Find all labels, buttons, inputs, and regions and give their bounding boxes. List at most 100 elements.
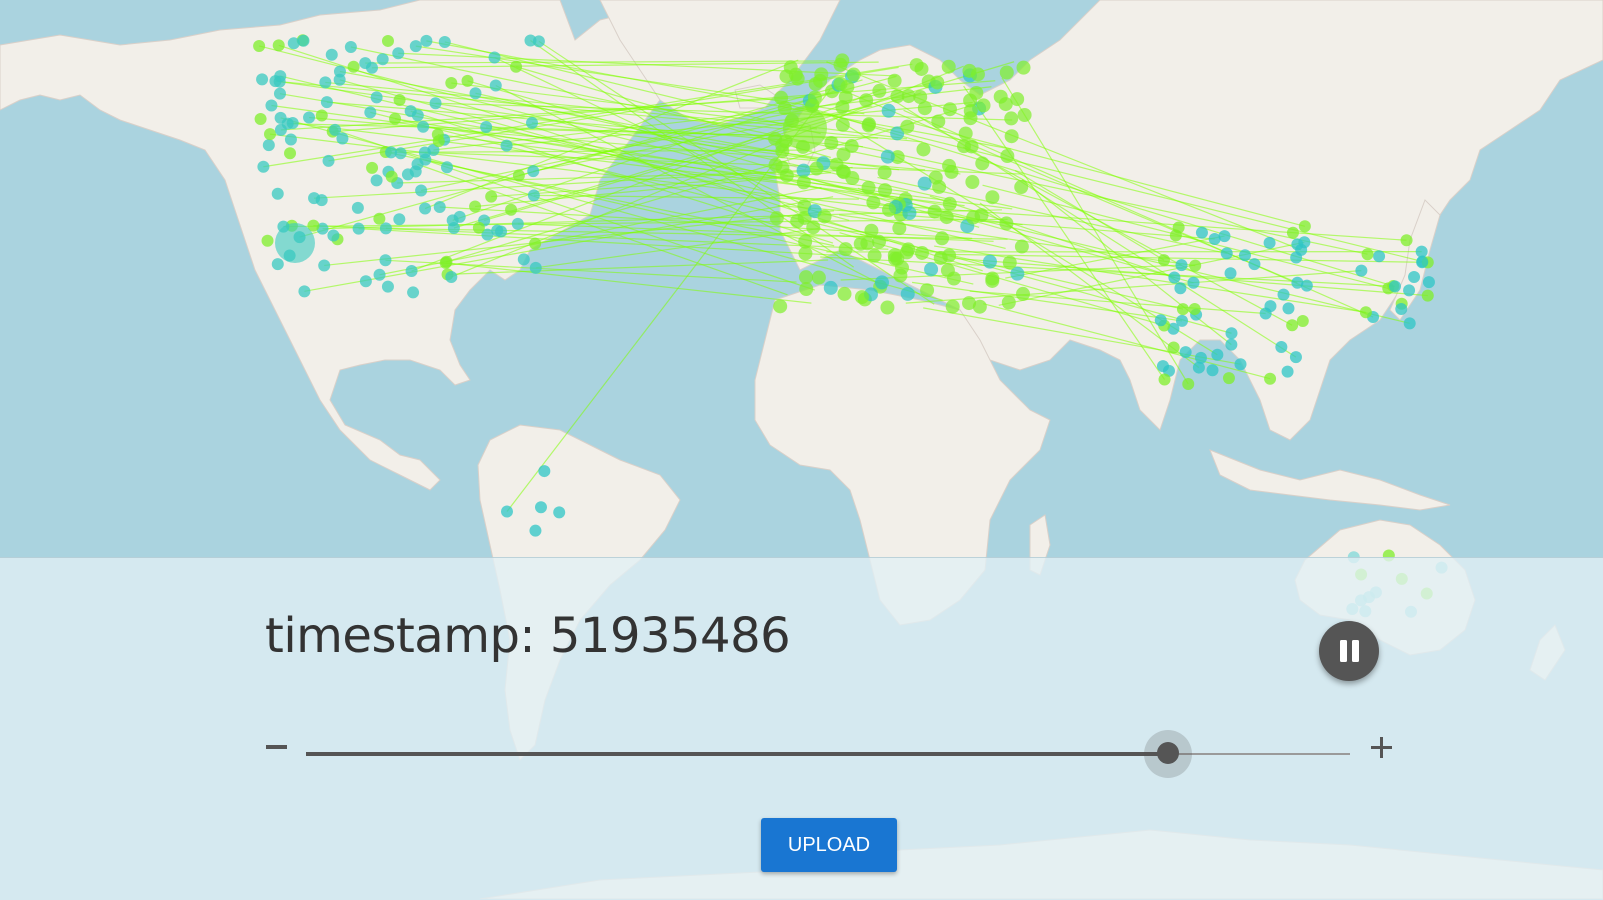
location-point xyxy=(374,269,386,281)
location-point xyxy=(318,259,330,271)
location-point xyxy=(924,262,938,276)
location-point xyxy=(345,41,357,53)
location-point xyxy=(942,60,956,74)
location-point xyxy=(1404,317,1416,329)
location-point xyxy=(864,224,878,238)
location-point xyxy=(512,218,524,230)
location-point xyxy=(1290,351,1302,363)
location-point xyxy=(1005,129,1019,143)
location-point xyxy=(415,185,427,197)
location-point xyxy=(1018,108,1032,122)
location-point xyxy=(813,74,827,88)
location-point xyxy=(273,39,285,51)
location-point xyxy=(473,222,485,234)
location-point xyxy=(920,283,934,297)
pause-button[interactable] xyxy=(1319,621,1379,681)
location-point xyxy=(1416,246,1428,258)
location-point xyxy=(1180,346,1192,358)
location-point xyxy=(824,281,838,295)
location-point xyxy=(985,274,999,288)
location-point xyxy=(1297,315,1309,327)
location-point xyxy=(505,204,517,216)
location-point xyxy=(393,213,405,225)
location-point xyxy=(1176,315,1188,327)
location-point xyxy=(1290,252,1302,264)
timestamp-readout: timestamp: 51935486 xyxy=(265,608,790,664)
location-point xyxy=(888,74,902,88)
hub-point xyxy=(783,106,827,150)
location-point xyxy=(1175,259,1187,271)
location-point xyxy=(530,262,542,274)
location-point xyxy=(965,175,979,189)
location-point xyxy=(847,68,861,82)
location-point xyxy=(934,251,948,265)
location-point xyxy=(940,210,954,224)
location-point xyxy=(890,89,904,103)
location-point xyxy=(529,525,541,537)
location-point xyxy=(470,87,482,99)
location-point xyxy=(1211,349,1223,361)
location-point xyxy=(836,164,850,178)
location-point xyxy=(1168,271,1180,283)
location-point xyxy=(1187,277,1199,289)
timestamp-value: 51935486 xyxy=(550,608,790,664)
location-point xyxy=(860,236,874,250)
location-point xyxy=(1168,342,1180,354)
location-point xyxy=(1278,289,1290,301)
location-point xyxy=(1017,61,1031,75)
location-point xyxy=(1299,220,1311,232)
location-point xyxy=(868,249,882,263)
location-point xyxy=(1373,250,1385,262)
zoom-in-button[interactable] xyxy=(1369,736,1393,760)
location-point xyxy=(931,114,945,128)
hub-point xyxy=(275,223,315,263)
location-point xyxy=(836,118,850,132)
location-point xyxy=(1000,66,1014,80)
location-point xyxy=(527,165,539,177)
location-point xyxy=(264,128,276,140)
zoom-out-button[interactable] xyxy=(264,735,288,759)
location-point xyxy=(441,161,453,173)
location-point xyxy=(1362,248,1374,260)
location-point xyxy=(1416,256,1428,268)
location-point xyxy=(1003,256,1017,270)
location-point xyxy=(1360,306,1372,318)
location-point xyxy=(1301,280,1313,292)
location-point xyxy=(902,206,916,220)
location-point xyxy=(878,165,892,179)
location-point xyxy=(797,175,811,189)
location-point xyxy=(1189,260,1201,272)
location-point xyxy=(966,211,980,225)
location-point xyxy=(1207,364,1219,376)
location-point xyxy=(942,159,956,173)
timeline-slider[interactable] xyxy=(306,732,1350,776)
location-point xyxy=(263,139,275,151)
location-point xyxy=(962,64,976,78)
location-point xyxy=(943,197,957,211)
location-point xyxy=(257,161,269,173)
location-point xyxy=(1002,296,1016,310)
location-point xyxy=(818,209,832,223)
upload-button[interactable]: UPLOAD xyxy=(761,818,897,872)
location-point xyxy=(274,88,286,100)
location-point xyxy=(882,104,896,118)
location-point xyxy=(872,84,886,98)
location-point xyxy=(1196,227,1208,239)
location-point xyxy=(433,135,445,147)
location-point xyxy=(928,205,942,219)
minus-icon xyxy=(266,745,287,749)
location-point xyxy=(321,96,333,108)
location-point xyxy=(1170,229,1182,241)
location-point xyxy=(287,117,299,129)
location-point xyxy=(957,139,971,153)
location-point xyxy=(1395,303,1407,315)
location-point xyxy=(445,77,457,89)
location-point xyxy=(835,53,849,67)
location-point xyxy=(918,101,932,115)
location-point xyxy=(880,300,894,314)
location-point xyxy=(1004,111,1018,125)
location-point xyxy=(382,35,394,47)
location-point xyxy=(859,93,873,107)
plus-icon-vertical xyxy=(1380,737,1383,758)
location-point xyxy=(994,90,1008,104)
